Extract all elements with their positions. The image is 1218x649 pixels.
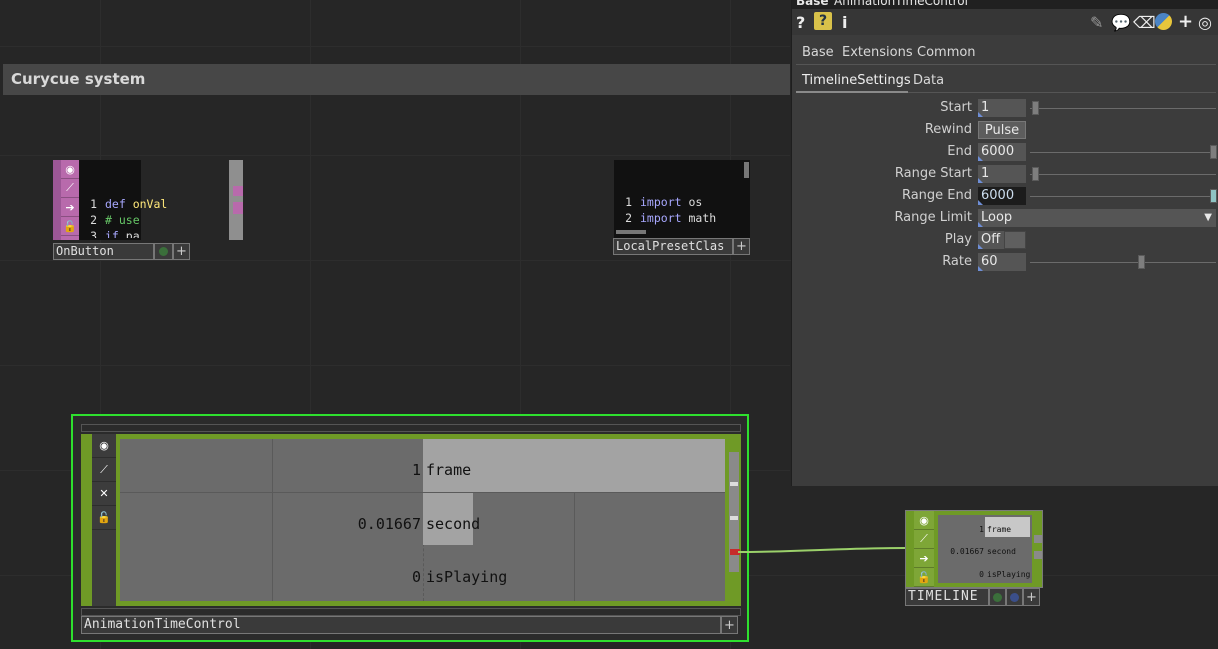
play-label: Play [944, 232, 972, 247]
frame-channel-name: frame [426, 461, 472, 479]
onbutton-dat-node[interactable]: ◉ ⟋ ➔ 🔓 1def onVal2# use3if pa45 [53, 160, 243, 242]
cook-flag-icon[interactable]: ⟋ [914, 530, 934, 549]
rewind-pulse-button[interactable]: Pulse [978, 121, 1026, 139]
connection-wire[interactable] [738, 540, 908, 560]
code-line: 3import re [614, 226, 742, 228]
add-icon[interactable]: + [721, 616, 738, 634]
bypass-arrow-icon[interactable]: ➔ [914, 549, 934, 568]
rate-slider[interactable] [1138, 255, 1145, 269]
panel-toolbar: ? ? i ✎ 💬 ⌫ + ◎ [792, 9, 1218, 35]
viewer-toggle-icon[interactable]: ◉ [914, 511, 934, 530]
tab-base[interactable]: Base [802, 45, 834, 60]
rewind-label: Rewind [924, 122, 972, 137]
localpreset-code-viewer: 1import os2import math3import re4class L… [614, 162, 742, 228]
lock-icon[interactable]: 🔓 [914, 568, 934, 587]
op-name-label: AnimationTimeControl [834, 0, 968, 8]
end-label: End [947, 144, 972, 159]
isplaying-channel-name: isPlaying [426, 568, 508, 586]
timeline-channel-viewer: 1 frame 0.01667 second 0 isPlaying [938, 515, 1032, 583]
annotation-header[interactable]: Curycue system [3, 64, 790, 95]
timeline-frame-value: 1 [979, 525, 984, 534]
timeline-second-name: second [987, 547, 1016, 556]
timeline-isplaying-value: 0 [979, 570, 984, 579]
second-channel-name: second [426, 515, 481, 533]
anim-time-control-label[interactable]: AnimationTimeControl [81, 616, 721, 634]
python-help-icon[interactable]: ? [814, 12, 832, 30]
annotation-title: Curycue system [11, 70, 146, 88]
plus-icon[interactable]: + [1178, 11, 1193, 32]
add-icon[interactable]: + [733, 238, 750, 255]
range-end-slider[interactable] [1210, 189, 1217, 203]
timeline-chop-node[interactable]: ◉ ⟋ ➔ 🔓 1 frame 0.01667 second 0 isPlayi… [905, 510, 1043, 588]
timeline-frame-name: frame [987, 525, 1012, 534]
info-icon[interactable]: i [842, 13, 847, 32]
chevron-down-icon: ▼ [1204, 212, 1212, 223]
code-line: 2 import math [625, 211, 717, 225]
cook-flag-icon[interactable]: ⟋ [92, 458, 116, 482]
start-slider[interactable] [1032, 101, 1039, 115]
onbutton-code-viewer: 1def onVal2# use3if pa45 [53, 164, 229, 238]
close-icon[interactable]: ✕ [92, 482, 116, 506]
range-limit-value: Loop [981, 210, 1013, 225]
animation-time-control-node[interactable]: ◉ ⟋ ✕ 🔓 1 frame 0.01667 second 0 isPlayi… [71, 414, 749, 642]
range-end-field[interactable]: 6000 [978, 187, 1026, 205]
range-start-label: Range Start [894, 166, 972, 181]
tab-common[interactable]: Common [917, 45, 976, 60]
rate-field[interactable]: 60 [978, 253, 1026, 271]
add-icon[interactable]: + [173, 243, 190, 260]
start-field[interactable]: 1 [978, 99, 1026, 117]
timeline-isplaying-name: isPlaying [987, 570, 1031, 579]
comment-icon[interactable]: 💬 [1111, 13, 1131, 32]
pencil-icon[interactable]: ✎ [1090, 13, 1103, 32]
second-value: 0.01667 [357, 515, 421, 533]
end-slider[interactable] [1210, 145, 1217, 159]
localpreset-dat-node[interactable]: 1import os2import math3import re4class L… [614, 160, 750, 238]
eraser-icon[interactable]: ⌫ [1133, 13, 1156, 32]
op-type-label: Base [796, 0, 829, 8]
viewer-toggle-icon[interactable]: ◉ [92, 434, 116, 458]
panel-header: Base AnimationTimeControl [792, 0, 1218, 9]
end-field[interactable]: 6000 [978, 143, 1026, 161]
add-icon[interactable]: + [1023, 588, 1040, 606]
timeline-second-value: 0.01667 [950, 547, 984, 556]
parameter-panel[interactable]: Base AnimationTimeControl ? ? i ✎ 💬 ⌫ + … [791, 0, 1218, 486]
isplaying-value: 0 [411, 568, 421, 586]
range-end-label: Range End [901, 188, 972, 203]
python-icon[interactable] [1155, 13, 1172, 30]
range-start-slider[interactable] [1032, 167, 1039, 181]
code-line: 1 import os [625, 195, 703, 209]
range-limit-label: Range Limit [894, 210, 972, 225]
lock-icon[interactable]: 🔓 [92, 506, 116, 530]
code-line: 2 # use [90, 213, 140, 227]
tab-extensions[interactable]: Extensions [842, 45, 913, 60]
code-line: 3 if pa [90, 229, 140, 238]
rate-label: Rate [942, 254, 972, 269]
code-line: 1 def onVal [90, 197, 168, 211]
render-flag-icon[interactable] [1006, 588, 1023, 606]
frame-value: 1 [411, 461, 421, 479]
localpreset-node-label[interactable]: LocalPresetClas [613, 238, 733, 255]
display-flag-icon[interactable] [154, 243, 173, 260]
play-toggle[interactable] [1004, 231, 1026, 249]
chop-channel-viewer: 1 frame 0.01667 second 0 isPlaying [120, 439, 725, 601]
tab-data[interactable]: Data [913, 73, 944, 88]
range-start-field[interactable]: 1 [978, 165, 1026, 183]
range-limit-dropdown[interactable]: Loop ▼ [978, 209, 1216, 227]
tab-timelinesettings[interactable]: TimelineSettings [802, 73, 911, 88]
onbutton-node-label[interactable]: OnButton [53, 243, 154, 260]
help-icon[interactable]: ? [796, 13, 805, 32]
timeline-node-label[interactable]: TIMELINE [905, 588, 989, 606]
target-icon[interactable]: ◎ [1198, 13, 1212, 32]
display-flag-icon[interactable] [989, 588, 1006, 606]
start-label: Start [940, 100, 972, 115]
